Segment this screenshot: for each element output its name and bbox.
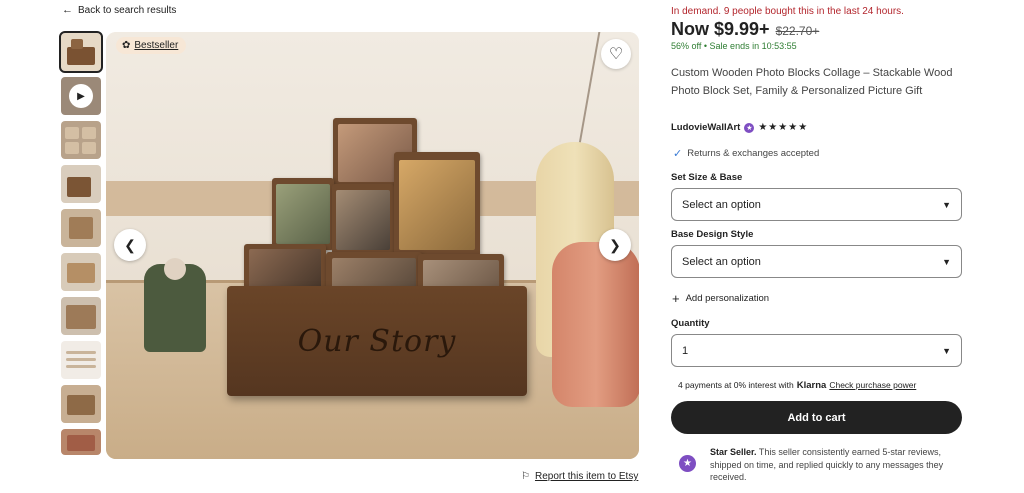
thumbnail-4[interactable] [61,165,101,203]
orange-vase [552,242,639,407]
sale-info: 56% off • Sale ends in 10:53:55 [671,41,797,51]
thumbnail-9[interactable] [61,385,101,423]
size-label: Set Size & Base [671,172,743,183]
size-select-value: Select an option [682,198,761,211]
thumbnail-10[interactable] [61,429,101,455]
caret-down-icon: ▼ [942,345,951,356]
caret-down-icon: ▼ [942,199,951,210]
add-personalization-button[interactable]: + Add personalization [672,291,769,306]
original-price: $22.70+ [775,24,820,38]
personalization-label: Add personalization [685,293,770,304]
rating-stars[interactable]: ★★★★★ [758,122,808,133]
arrow-left-icon: ← [62,4,73,16]
quantity-select-value: 1 [682,344,689,357]
quantity-label: Quantity [671,318,710,329]
back-link-label: Back to search results [78,4,177,16]
flag-icon: ⚐ [521,471,530,482]
price-row: Now $9.99+ $22.70+ [671,19,819,40]
thumbnail-8[interactable] [61,341,101,379]
play-icon: ▶ [69,84,93,108]
heart-icon: ♡ [608,46,624,63]
klarna-info: 4 payments at 0% interest with Klarna Ch… [678,380,916,391]
thumbnail-video[interactable]: ▶ [61,77,101,115]
report-item-link[interactable]: ⚐ Report this item to Etsy [521,471,638,482]
klarna-prefix: 4 payments at 0% interest with [678,380,794,390]
shop-name-link[interactable]: LudovieWallArt [671,122,740,133]
demand-notice: In demand. 9 people bought this in the l… [671,6,904,17]
product-title: Custom Wooden Photo Blocks Collage – Sta… [671,67,953,97]
checkmark-icon: ✓ [673,148,683,160]
base-engraving: Our Story [297,324,457,359]
wooden-base: Our Story [227,286,527,396]
design-select-value: Select an option [682,255,761,268]
quantity-select[interactable]: 1 ▼ [671,334,962,367]
shop-info: LudovieWallArt ★ ★★★★★ [671,122,808,133]
thumbnail-1[interactable] [59,31,103,73]
thumbnail-strip: ▶ [59,31,103,461]
klarna-logo: Klarna [796,380,827,391]
returns-label: Returns & exchanges accepted [687,148,820,159]
star-seller-icon: ★ [744,122,755,133]
star-seller-text: Star Seller. This seller consistently ea… [710,446,963,484]
chevron-right-icon: ❯ [609,236,621,253]
star-seller-title: Star Seller. [710,447,757,457]
report-label: Report this item to Etsy [534,471,639,482]
design-select[interactable]: Select an option ▼ [671,245,962,278]
sale-countdown: Sale ends in 10:53:55 [709,41,797,51]
bestseller-badge[interactable]: ✿ Bestseller [116,37,187,54]
back-to-search-link[interactable]: ← Back to search results [62,4,176,16]
design-label: Base Design Style [671,229,754,240]
photo-block [394,152,480,258]
discount-percent: 56% off [671,41,702,51]
returns-info: ✓ Returns & exchanges accepted [673,147,819,160]
thumbnail-5[interactable] [61,209,101,247]
product-page: ← Back to search results ▶ Our Story ✿ B… [0,0,1024,493]
main-product-image: Our Story ✿ Bestseller ♡ ❮ ❯ [106,32,639,459]
sale-separator: • [703,41,708,51]
next-image-button[interactable]: ❯ [599,229,631,261]
star-seller-badge-icon: ★ [679,455,696,472]
caret-down-icon: ▼ [942,256,951,267]
favorite-button[interactable]: ♡ [601,39,631,69]
photo-block [332,184,394,256]
thumbnail-7[interactable] [61,297,101,335]
award-icon: ✿ [122,40,131,51]
add-to-cart-button[interactable]: Add to cart [671,401,962,434]
bestseller-label: Bestseller [134,40,179,51]
plus-icon: + [672,291,680,306]
check-purchase-power-link[interactable]: Check purchase power [829,380,916,390]
size-select[interactable]: Select an option ▼ [671,188,962,221]
thumbnail-6[interactable] [61,253,101,291]
star-seller-info: ★ Star Seller. This seller consistently … [679,446,963,484]
photo-block [272,178,334,250]
previous-image-button[interactable]: ❮ [114,229,146,261]
chevron-left-icon: ❮ [124,236,136,253]
current-price: Now $9.99+ [671,19,770,39]
thumbnail-3[interactable] [61,121,101,159]
